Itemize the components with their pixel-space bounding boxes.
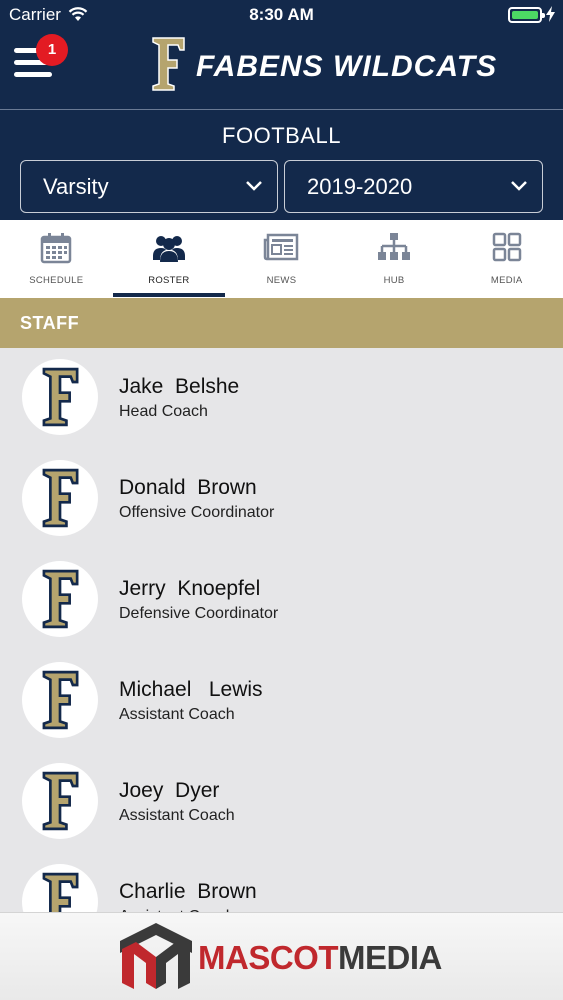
staff-role: Defensive Coordinator bbox=[119, 605, 279, 622]
tab-label: MEDIA bbox=[490, 275, 523, 286]
staff-role: Head Coach bbox=[119, 403, 208, 420]
tab-label: ROSTER bbox=[148, 275, 190, 286]
status-time: 8:30 AM bbox=[249, 5, 314, 24]
sport-title: FOOTBALL bbox=[222, 123, 341, 148]
chevron-down-icon bbox=[510, 179, 528, 197]
tab-bar: SCHEDULE ROSTER NEWS HUB MEDIA bbox=[0, 220, 563, 298]
tab-label: NEWS bbox=[266, 275, 297, 286]
avatar bbox=[22, 359, 98, 435]
staff-name: Jake Belshe bbox=[119, 375, 240, 398]
staff-role: Assistant Coach bbox=[119, 706, 235, 723]
app-header: Carrier 8:30 AM 1 FABENS WILDCATS FOOTBA… bbox=[0, 0, 563, 220]
section-title: STAFF bbox=[20, 313, 80, 333]
charging-icon bbox=[546, 6, 555, 27]
level-dropdown[interactable]: Varsity bbox=[20, 160, 278, 213]
status-bar: Carrier 8:30 AM bbox=[0, 0, 563, 30]
tab-hub[interactable]: HUB bbox=[338, 220, 451, 298]
staff-role: Assistant Coach bbox=[119, 807, 235, 824]
staff-name: Charlie Brown bbox=[119, 880, 257, 903]
team-logo-icon bbox=[42, 771, 79, 831]
battery-icon bbox=[508, 7, 545, 23]
tab-roster[interactable]: ROSTER bbox=[113, 220, 226, 298]
sponsor-name-part1: MASCOT bbox=[198, 939, 339, 976]
sponsor-name-part2: MEDIA bbox=[338, 939, 442, 976]
sponsor-name: MASCOTMEDIA bbox=[198, 939, 442, 977]
chevron-down-icon bbox=[245, 179, 263, 197]
avatar bbox=[22, 763, 98, 839]
newspaper-icon bbox=[225, 232, 338, 267]
staff-row[interactable]: Donald Brown Offensive Coordinator bbox=[0, 449, 563, 546]
mascot-media-logo-icon bbox=[120, 923, 192, 994]
staff-row[interactable]: Jake Belshe Head Coach bbox=[0, 348, 563, 445]
section-header: STAFF bbox=[0, 298, 563, 348]
tab-label: HUB bbox=[383, 275, 405, 286]
hierarchy-icon bbox=[338, 232, 451, 267]
season-value: 2019-2020 bbox=[307, 174, 413, 199]
team-logo-icon bbox=[42, 569, 79, 629]
staff-role: Offensive Coordinator bbox=[119, 504, 275, 521]
staff-row[interactable]: Joey Dyer Assistant Coach bbox=[0, 752, 563, 849]
team-logo-icon bbox=[42, 670, 79, 730]
team-logo-icon bbox=[42, 468, 79, 528]
team-logo-icon bbox=[150, 36, 186, 92]
tab-news[interactable]: NEWS bbox=[225, 220, 338, 298]
tab-label: SCHEDULE bbox=[29, 275, 84, 286]
avatar bbox=[22, 561, 98, 637]
staff-name: Donald Brown bbox=[119, 476, 257, 499]
season-dropdown[interactable]: 2019-2020 bbox=[284, 160, 543, 213]
team-title: FABENS WILDCATS bbox=[196, 50, 498, 83]
header-divider bbox=[0, 109, 563, 110]
team-logo-icon bbox=[42, 367, 79, 427]
avatar bbox=[22, 662, 98, 738]
staff-name: Jerry Knoepfel bbox=[119, 577, 261, 600]
active-tab-indicator bbox=[113, 293, 225, 297]
staff-row[interactable]: Jerry Knoepfel Defensive Coordinator bbox=[0, 550, 563, 647]
tab-schedule[interactable]: SCHEDULE bbox=[0, 220, 113, 298]
staff-name: Michael Lewis bbox=[119, 678, 263, 701]
sponsor-footer[interactable]: MASCOTMEDIA bbox=[0, 912, 563, 1000]
staff-name: Joey Dyer bbox=[119, 779, 220, 802]
staff-row[interactable]: Michael Lewis Assistant Coach bbox=[0, 651, 563, 748]
people-icon bbox=[113, 232, 226, 269]
avatar bbox=[22, 460, 98, 536]
calendar-icon bbox=[0, 232, 113, 269]
tab-media[interactable]: MEDIA bbox=[450, 220, 563, 298]
grid-icon bbox=[450, 232, 563, 267]
level-value: Varsity bbox=[43, 174, 109, 199]
notification-badge: 1 bbox=[36, 34, 68, 66]
